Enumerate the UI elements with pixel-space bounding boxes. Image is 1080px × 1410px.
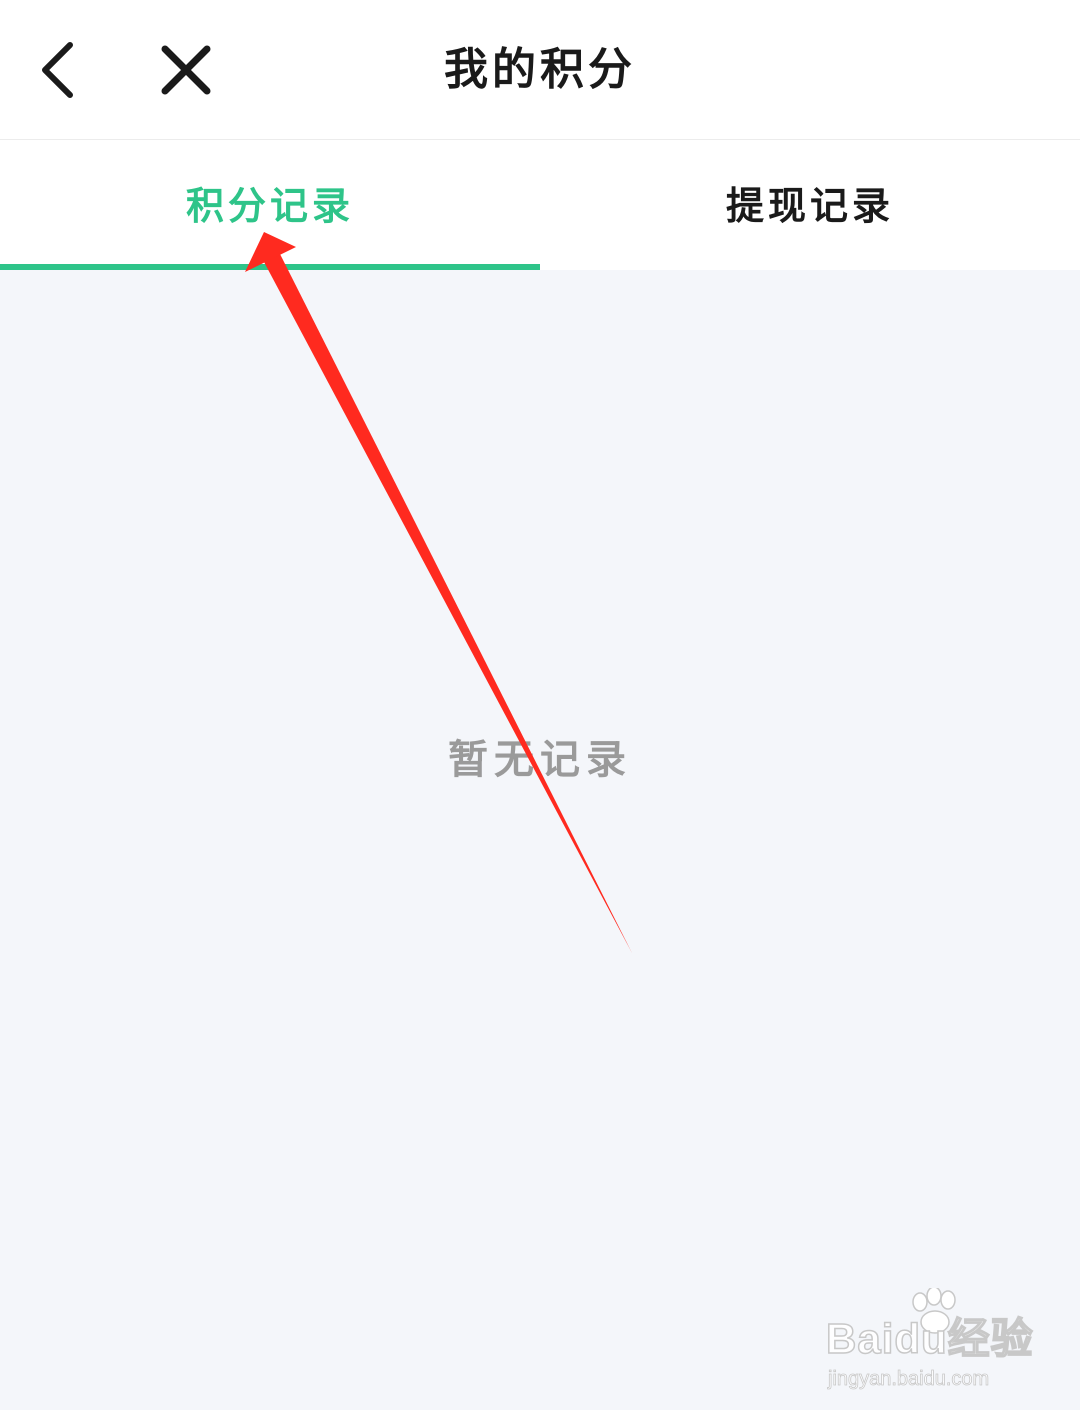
tab-points-record[interactable]: 积分记录 <box>0 140 540 270</box>
tab-label: 提现记录 <box>725 183 894 228</box>
active-tab-indicator <box>0 264 540 270</box>
page-title: 我的积分 <box>444 44 636 95</box>
top-bar: 我的积分 <box>0 0 1080 140</box>
watermark-brand: Baidu经验 <box>825 1314 1034 1363</box>
tab-label: 积分记录 <box>185 183 354 228</box>
tab-withdrawal-record[interactable]: 提现记录 <box>540 140 1080 270</box>
back-button[interactable] <box>20 22 100 118</box>
empty-state-text: 暂无记录 <box>448 736 632 783</box>
close-icon <box>161 45 211 95</box>
watermark-url: jingyan.baidu.com <box>828 1368 990 1391</box>
annotation-arrow-shaft <box>264 254 632 953</box>
watermark: Baidu经验 jingyan.baidu.com <box>825 1288 1046 1398</box>
close-button[interactable] <box>146 22 226 118</box>
tab-bar: 积分记录 提现记录 <box>0 140 1080 270</box>
chevron-left-icon <box>42 42 73 98</box>
